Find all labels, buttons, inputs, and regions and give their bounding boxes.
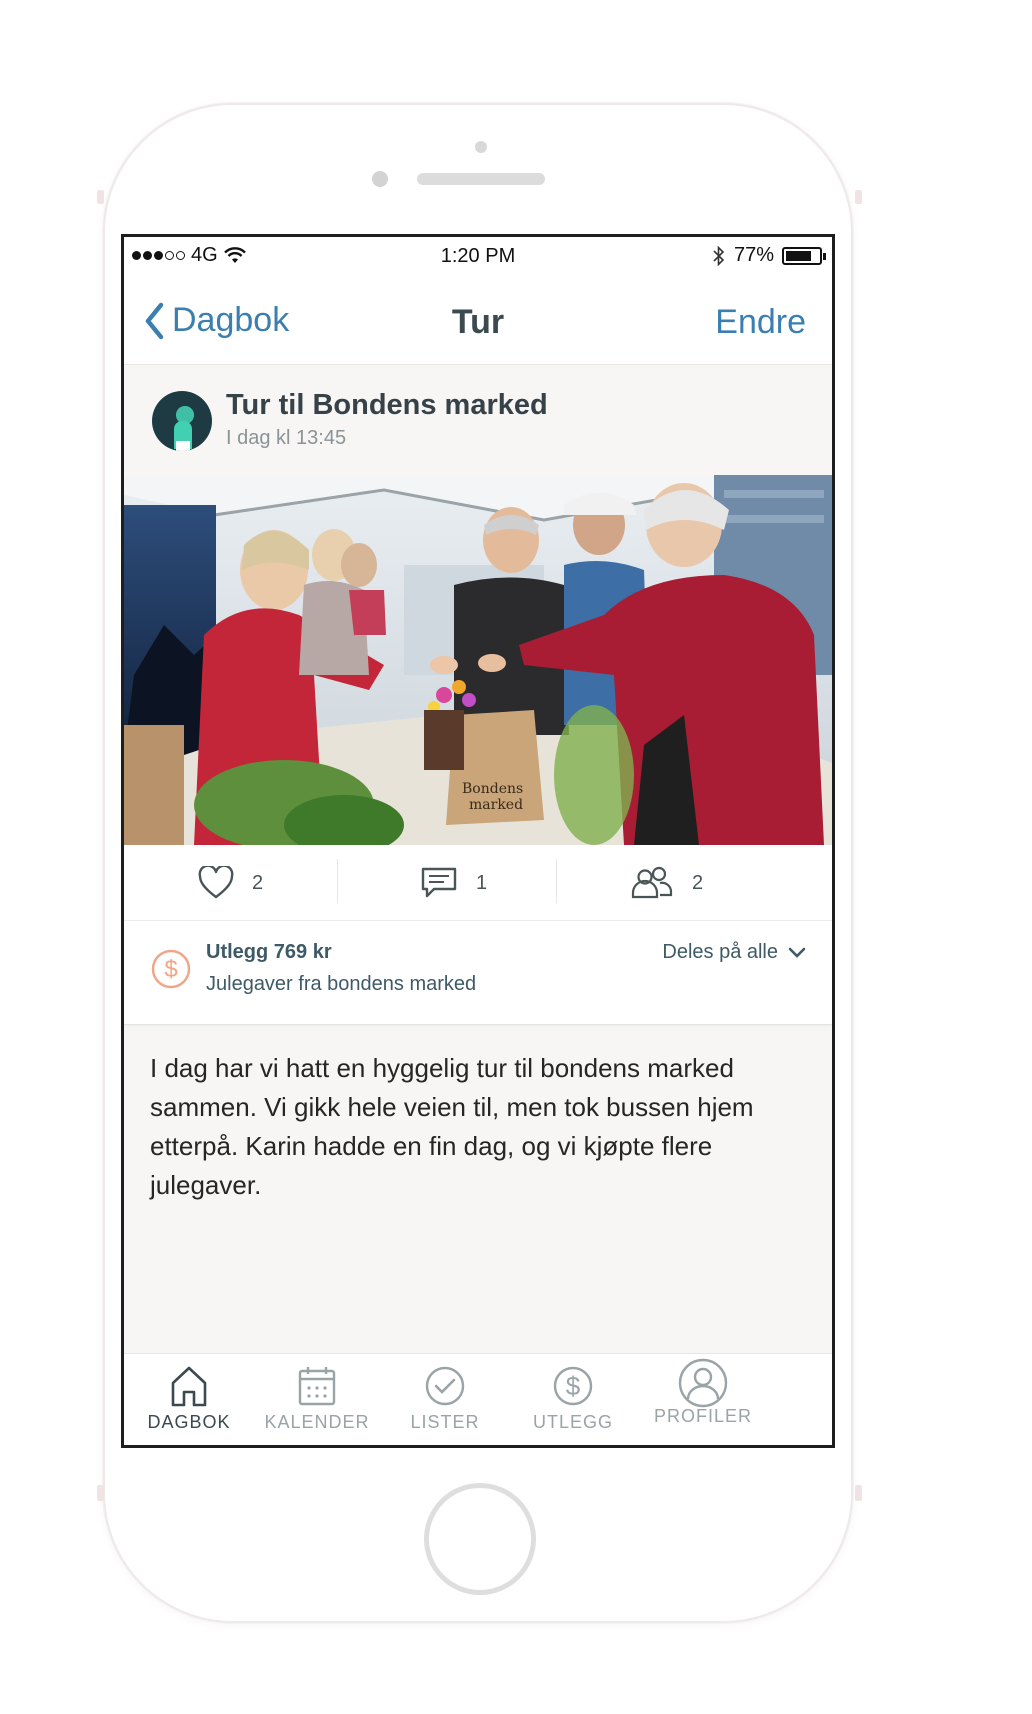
comment-count: 1 (476, 871, 488, 894)
expense-description: Julegaver fra bondens marked (206, 973, 477, 995)
like-count: 2 (252, 871, 264, 894)
front-camera (372, 171, 388, 187)
tab-label: KALENDER (264, 1412, 370, 1432)
navigation-bar: Dagbok Tur Endre (124, 273, 832, 365)
tab-label: PROFILER (653, 1406, 753, 1426)
svg-text:$: $ (164, 956, 177, 983)
app-screen: 4G 1:20 PM 77% Dagbok Tur Endre Tur til … (121, 234, 835, 1448)
chevron-down-icon (788, 947, 806, 958)
tab-label: LISTER (410, 1412, 480, 1432)
dollar-circle-icon: $ (553, 1366, 593, 1406)
tab-bar: DAGBOK KALENDER LISTER $ UTLEGG PROFILER (124, 1353, 832, 1445)
post-actions: 2 1 2 (124, 845, 832, 921)
expense-card[interactable]: $ Utlegg 769 kr Julegaver fra bondens ma… (124, 921, 832, 1025)
comment-icon (421, 867, 457, 898)
people-icon (631, 866, 673, 899)
dollar-circle-icon: $ (151, 949, 191, 989)
home-button[interactable] (424, 1483, 536, 1595)
tab-dagbok[interactable]: DAGBOK (124, 1354, 254, 1445)
calendar-icon (298, 1367, 336, 1406)
divider (337, 859, 338, 903)
phone-side-button (855, 1485, 862, 1501)
battery-percentage: 77% (733, 244, 774, 266)
tab-label: DAGBOK (147, 1412, 231, 1432)
participants-button[interactable]: 2 (630, 845, 703, 921)
tab-label: UTLEGG (532, 1412, 613, 1432)
share-label: Deles på alle (662, 941, 778, 963)
divider (556, 859, 557, 903)
heart-icon (198, 866, 234, 899)
participant-count: 2 (692, 871, 704, 894)
post-header: Tur til Bondens marked I dag kl 13:45 (124, 365, 832, 475)
battery-icon (782, 246, 826, 265)
check-circle-icon (425, 1366, 465, 1406)
post-timestamp: I dag kl 13:45 (226, 427, 347, 449)
svg-text:marked: marked (469, 797, 523, 813)
bluetooth-icon (713, 245, 725, 266)
home-icon (171, 1366, 207, 1407)
svg-text:$: $ (566, 1371, 581, 1401)
tab-profiler[interactable]: PROFILER (638, 1354, 768, 1445)
post-title: Tur til Bondens marked (226, 389, 548, 421)
post-body: I dag har vi hatt en hyggelig tur til bo… (150, 1053, 754, 1200)
status-bar: 4G 1:20 PM 77% (124, 237, 832, 273)
post-photo[interactable]: Bondens marked (124, 475, 832, 845)
proximity-sensor (475, 141, 487, 153)
comment-button[interactable]: 1 (420, 845, 487, 921)
tab-kalender[interactable]: KALENDER (252, 1354, 382, 1445)
edit-button[interactable]: Endre (715, 303, 806, 342)
profile-icon (678, 1358, 728, 1408)
share-dropdown[interactable]: Deles på alle (662, 941, 806, 964)
avatar[interactable] (152, 391, 212, 451)
tab-utlegg[interactable]: $ UTLEGG (508, 1354, 638, 1445)
earpiece-speaker (417, 173, 545, 185)
phone-side-button (97, 1485, 104, 1501)
expense-amount: Utlegg 769 kr (206, 941, 332, 963)
tab-lister[interactable]: LISTER (380, 1354, 510, 1445)
phone-side-button (855, 190, 862, 204)
svg-text:Bondens: Bondens (462, 781, 523, 797)
phone-side-button (97, 190, 104, 204)
like-button[interactable]: 2 (198, 845, 263, 921)
